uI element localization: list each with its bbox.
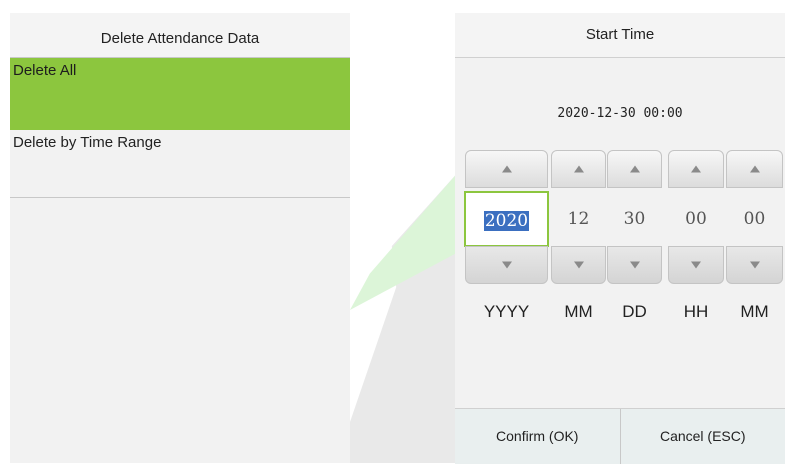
triangle-up-icon xyxy=(691,166,701,173)
triangle-up-icon xyxy=(750,166,760,173)
triangle-up-icon xyxy=(574,166,584,173)
day-increment-button[interactable] xyxy=(607,150,662,188)
hour-field[interactable]: 00 xyxy=(668,191,724,247)
datetime-preview: 2020-12-30 00:00 xyxy=(455,106,785,121)
year-field[interactable]: 2020 xyxy=(464,191,549,247)
month-increment-button[interactable] xyxy=(551,150,606,188)
cancel-button[interactable]: Cancel (ESC) xyxy=(620,409,785,464)
menu-item-label: Delete All xyxy=(13,62,76,79)
month-field[interactable]: 12 xyxy=(551,191,606,247)
minute-field[interactable]: 00 xyxy=(726,191,783,247)
menu-item-label: Delete by Time Range xyxy=(13,134,161,151)
minute-decrement-button[interactable] xyxy=(726,246,783,284)
day-unit-label: DD xyxy=(607,302,662,322)
menu-title: Delete Attendance Data xyxy=(10,13,350,58)
confirm-button[interactable]: Confirm (OK) xyxy=(455,409,620,464)
triangle-down-icon xyxy=(630,262,640,269)
month-decrement-button[interactable] xyxy=(551,246,606,284)
day-field[interactable]: 30 xyxy=(607,191,662,247)
triangle-down-icon xyxy=(691,262,701,269)
day-decrement-button[interactable] xyxy=(607,246,662,284)
triangle-down-icon xyxy=(574,262,584,269)
menu-item-delete-by-time-range[interactable]: Delete by Time Range xyxy=(10,130,350,198)
year-value: 2020 xyxy=(484,211,529,231)
triangle-down-icon xyxy=(502,262,512,269)
minute-unit-label: MM xyxy=(726,302,783,322)
hour-decrement-button[interactable] xyxy=(668,246,724,284)
dialog-footer: Confirm (OK) Cancel (ESC) xyxy=(455,408,785,464)
triangle-up-icon xyxy=(502,166,512,173)
dialog-title: Start Time xyxy=(455,13,785,58)
delete-attendance-menu: Delete Attendance Data Delete All Delete… xyxy=(10,13,350,463)
hour-unit-label: HH xyxy=(668,302,724,322)
year-decrement-button[interactable] xyxy=(465,246,548,284)
minute-increment-button[interactable] xyxy=(726,150,783,188)
menu-item-delete-all[interactable]: Delete All xyxy=(10,58,350,130)
hour-increment-button[interactable] xyxy=(668,150,724,188)
start-time-dialog: Start Time 2020-12-30 00:00 2020 12 30 0… xyxy=(455,13,785,463)
month-unit-label: MM xyxy=(551,302,606,322)
triangle-up-icon xyxy=(630,166,640,173)
triangle-down-icon xyxy=(750,262,760,269)
year-unit-label: YYYY xyxy=(465,302,548,322)
year-increment-button[interactable] xyxy=(465,150,548,188)
